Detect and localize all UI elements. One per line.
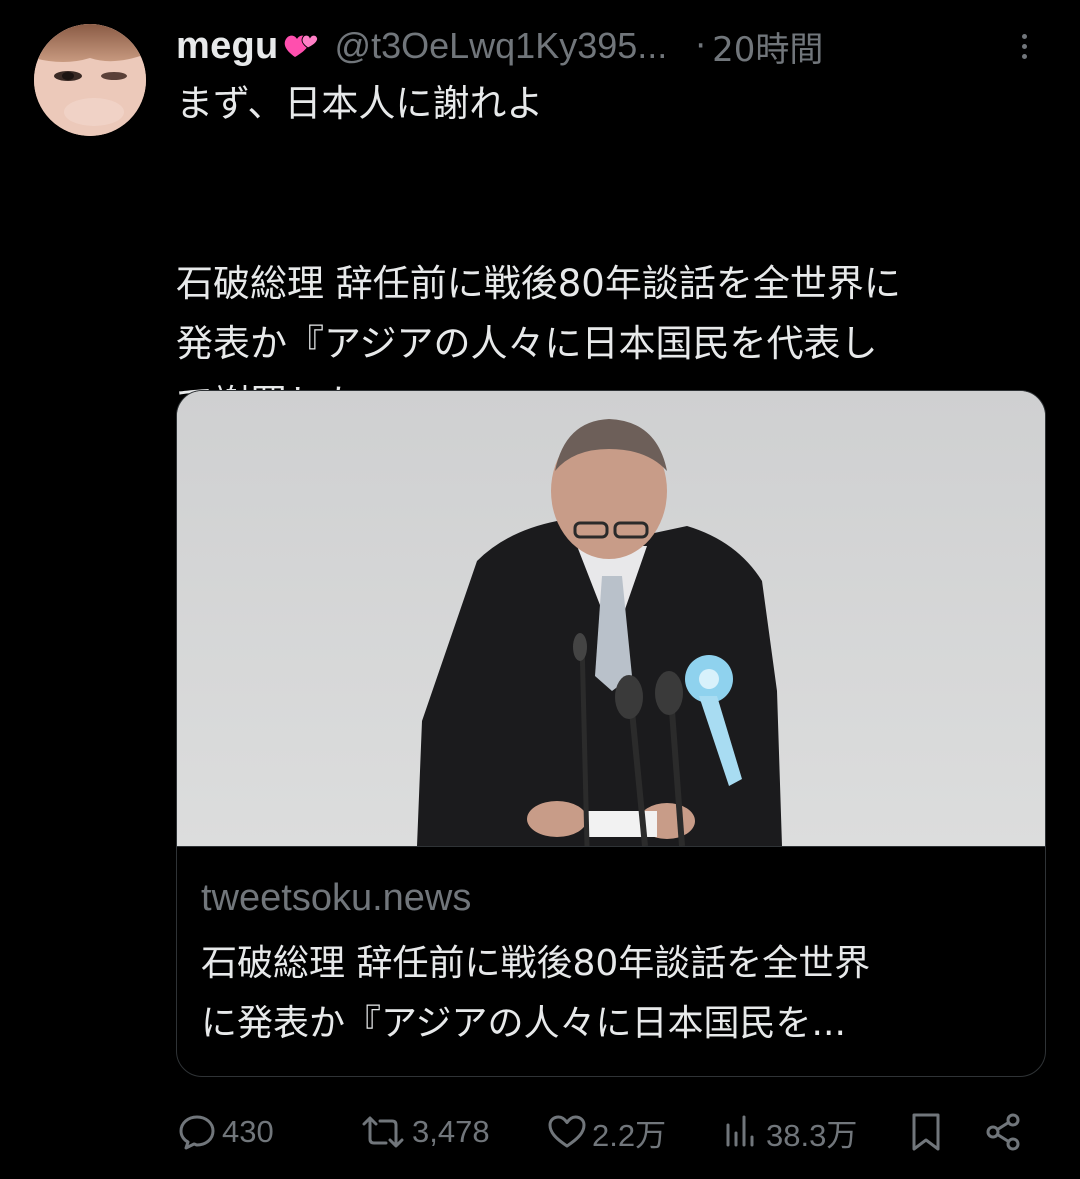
user-handle[interactable]: @t3OeLwq1Ky395...: [335, 25, 668, 67]
views-chart-icon: [722, 1111, 762, 1153]
repost-count: 3,478: [412, 1114, 490, 1149]
tweet-line: まず、日本人に謝れよ: [176, 82, 544, 125]
views-count: 38.3万: [766, 1117, 858, 1153]
card-divider: [177, 846, 1045, 847]
two-hearts-icon: [281, 26, 321, 66]
separator-dot: ·: [695, 26, 707, 66]
user-avatar[interactable]: [34, 24, 146, 136]
reply-button[interactable]: 430: [176, 1104, 274, 1160]
tweet-line: 発表か『アジアの人々に日本国民を代表し: [176, 322, 878, 365]
link-preview-card[interactable]: tweetsoku.news 石破総理 辞任前に戦後80年談話を全世界 に発表か…: [176, 390, 1046, 1077]
like-count: 2.2万: [592, 1117, 667, 1153]
reply-icon: [176, 1111, 218, 1153]
heart-icon: [546, 1111, 588, 1153]
like-button[interactable]: 2.2万: [546, 1104, 666, 1160]
tweet-timestamp[interactable]: 20時間: [712, 22, 823, 71]
bookmark-icon: [906, 1110, 946, 1154]
card-title-line: 石破総理 辞任前に戦後80年談話を全世界: [201, 943, 871, 984]
bookmark-button[interactable]: [906, 1104, 946, 1160]
card-image[interactable]: [177, 391, 1045, 846]
more-options-icon[interactable]: [1006, 26, 1042, 66]
repost-button[interactable]: 3,478: [358, 1104, 490, 1160]
tweet-header: megu @t3OeLwq1Ky395... · 20時間: [176, 20, 1046, 72]
card-title-line: に発表か『アジアの人々に日本国民を...: [201, 1003, 846, 1044]
share-button[interactable]: [982, 1104, 1024, 1160]
card-domain: tweetsoku.news: [201, 877, 472, 919]
repost-icon: [358, 1111, 408, 1153]
reply-count: 430: [222, 1114, 274, 1149]
views-button[interactable]: 38.3万: [722, 1104, 857, 1160]
tweet-text: まず、日本人に謝れよ 石破総理 辞任前に戦後80年談話を全世界に 発表か『アジア…: [176, 74, 1046, 434]
share-icon: [982, 1111, 1024, 1153]
tweet-line: 石破総理 辞任前に戦後80年談話を全世界に: [176, 262, 901, 305]
display-name[interactable]: megu: [176, 25, 279, 68]
card-title: 石破総理 辞任前に戦後80年談話を全世界 に発表か『アジアの人々に日本国民を..…: [201, 934, 1021, 1054]
tweet-action-bar: 430 3,478 2.2万 38.3万: [176, 1104, 1046, 1160]
